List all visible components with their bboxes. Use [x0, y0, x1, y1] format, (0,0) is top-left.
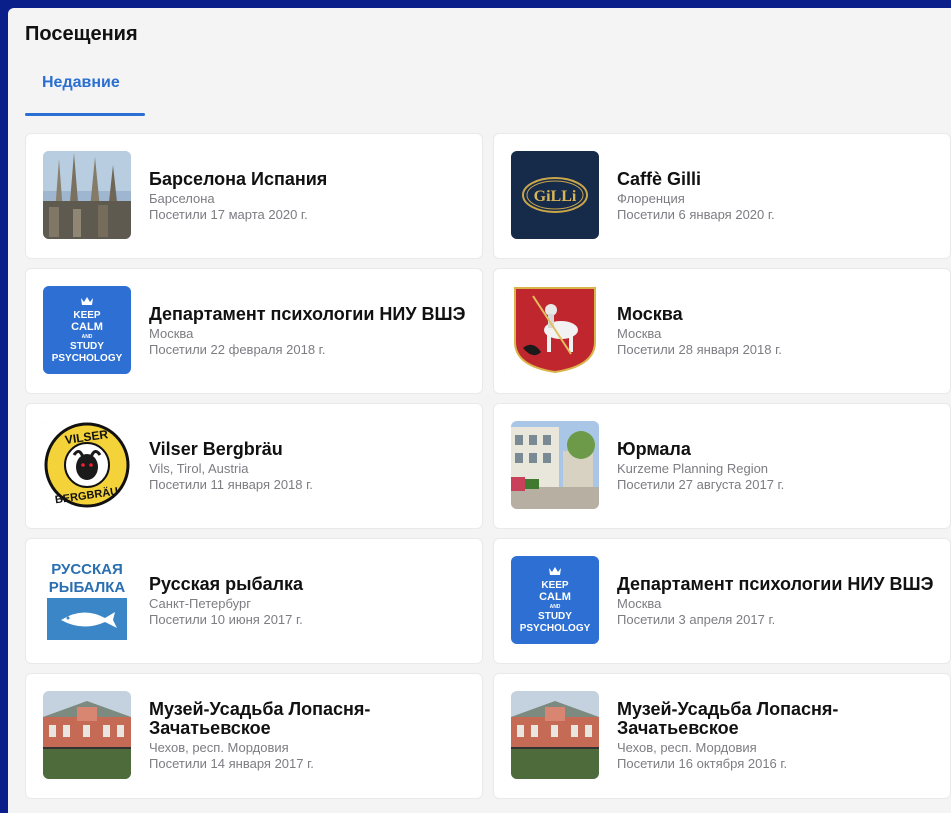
- cathedral-photo-thumbnail: [43, 151, 131, 239]
- visit-location: Чехов, респ. Мордовия: [617, 740, 757, 755]
- visit-card[interactable]: Юрмала Kurzeme Planning Region Посетили …: [493, 403, 951, 529]
- visit-card[interactable]: Москва Москва Посетили 28 января 2018 г.: [493, 268, 951, 394]
- visit-date: Посетили 3 апреля 2017 г.: [617, 611, 776, 627]
- visit-name: Юрмала: [617, 438, 691, 459]
- visit-card[interactable]: Музей-Усадьба Лопасня-Зачатьевское Чехов…: [25, 673, 483, 799]
- logo-line: STUDY: [70, 341, 104, 352]
- logo-line: CALM: [539, 591, 571, 603]
- visit-date: Посетили 17 марта 2020 г.: [149, 206, 308, 222]
- visit-location: Барселона: [149, 190, 215, 206]
- visit-name: Барселона Испания: [149, 168, 328, 189]
- logo-line: CALM: [71, 321, 103, 333]
- visit-name: Департамент психологии НИУ ВШЭ: [617, 573, 934, 594]
- visit-location: Санкт-Петербург: [149, 595, 251, 611]
- visit-location: Москва: [149, 325, 194, 341]
- visit-card[interactable]: GiLLi Caffè Gilli Флоренция Посетили 6 я…: [493, 133, 951, 259]
- visit-date: Посетили 10 июня 2017 г.: [149, 611, 303, 627]
- visit-date: Посетили 14 января 2017 г.: [149, 756, 314, 771]
- visit-name: Музей-Усадьба Лопасня-Зачатьевское: [149, 699, 371, 738]
- visit-date: Посетили 22 февраля 2018 г.: [149, 341, 326, 357]
- visit-card[interactable]: Музей-Усадьба Лопасня-Зачатьевское Чехов…: [493, 673, 951, 799]
- visit-name: Москва: [617, 303, 683, 324]
- visit-date: Посетили 16 октября 2016 г.: [617, 756, 788, 771]
- logo-line: AND: [550, 604, 561, 610]
- visit-location: Москва: [617, 325, 662, 341]
- street-photo-thumbnail: [511, 421, 599, 509]
- logo-line: PSYCHOLOGY: [52, 353, 123, 364]
- gilli-logo-thumbnail: GiLLi: [511, 151, 599, 239]
- vilser-logo-thumbnail: VILSER BERGBRÄU: [43, 421, 131, 509]
- fishing-logo-thumbnail: РУССКАЯ РЫБАЛКА: [43, 556, 131, 644]
- visit-date: Посетили 28 января 2018 г.: [617, 341, 782, 357]
- visit-card[interactable]: KEEP CALM AND STUDY PSYCHOLOGY Департаме…: [493, 538, 951, 664]
- manor-photo-thumbnail: [511, 691, 599, 779]
- tab-active-indicator: [25, 113, 145, 116]
- visit-location: Kurzeme Planning Region: [617, 460, 769, 476]
- logo-line: РУССКАЯ: [51, 561, 123, 578]
- visit-date: Посетили 11 января 2018 г.: [149, 476, 313, 492]
- visit-location: Москва: [617, 595, 662, 611]
- visit-name: Vilser Bergbräu: [149, 438, 283, 459]
- visits-grid: Барселона Испания Барселона Посетили 17 …: [25, 133, 951, 799]
- visits-panel: Посещения Недавние Барселона Испания Бар…: [8, 8, 951, 813]
- keep-calm-logo-thumbnail: KEEP CALM AND STUDY PSYCHOLOGY: [511, 556, 599, 644]
- visit-location: Флоренция: [617, 190, 685, 206]
- visit-name: Русская рыбалка: [149, 573, 304, 594]
- tab-recent[interactable]: Недавние: [42, 74, 120, 92]
- logo-line: РЫБАЛКА: [49, 579, 126, 596]
- gilli-logo-text: GiLLi: [534, 188, 577, 205]
- visit-card[interactable]: VILSER BERGBRÄU Vilser Bergbräu Vils, Ti…: [25, 403, 483, 529]
- visit-card[interactable]: РУССКАЯ РЫБАЛКА Русская рыбалка Санкт-Пе…: [25, 538, 483, 664]
- page-title: Посещения: [25, 23, 138, 45]
- moscow-coat-of-arms-thumbnail: [511, 286, 599, 374]
- logo-line: KEEP: [541, 580, 569, 591]
- visit-card[interactable]: Барселона Испания Барселона Посетили 17 …: [25, 133, 483, 259]
- logo-line: PSYCHOLOGY: [520, 623, 591, 634]
- visit-name: Музей-Усадьба Лопасня-Зачатьевское: [617, 699, 839, 738]
- logo-line: AND: [82, 334, 93, 340]
- logo-line: KEEP: [73, 310, 101, 321]
- keep-calm-logo-thumbnail: KEEP CALM AND STUDY PSYCHOLOGY: [43, 286, 131, 374]
- visit-date: Посетили 6 января 2020 г.: [617, 206, 775, 222]
- visit-location: Чехов, респ. Мордовия: [149, 740, 289, 755]
- visit-location: Vils, Tirol, Austria: [149, 460, 249, 476]
- visit-name: Caffè Gilli: [617, 168, 702, 189]
- logo-line: STUDY: [538, 611, 572, 622]
- visit-name: Департамент психологии НИУ ВШЭ: [149, 303, 466, 324]
- visit-card[interactable]: KEEP CALM AND STUDY PSYCHOLOGY Департаме…: [25, 268, 483, 394]
- visit-date: Посетили 27 августа 2017 г.: [617, 476, 785, 492]
- manor-photo-thumbnail: [43, 691, 131, 779]
